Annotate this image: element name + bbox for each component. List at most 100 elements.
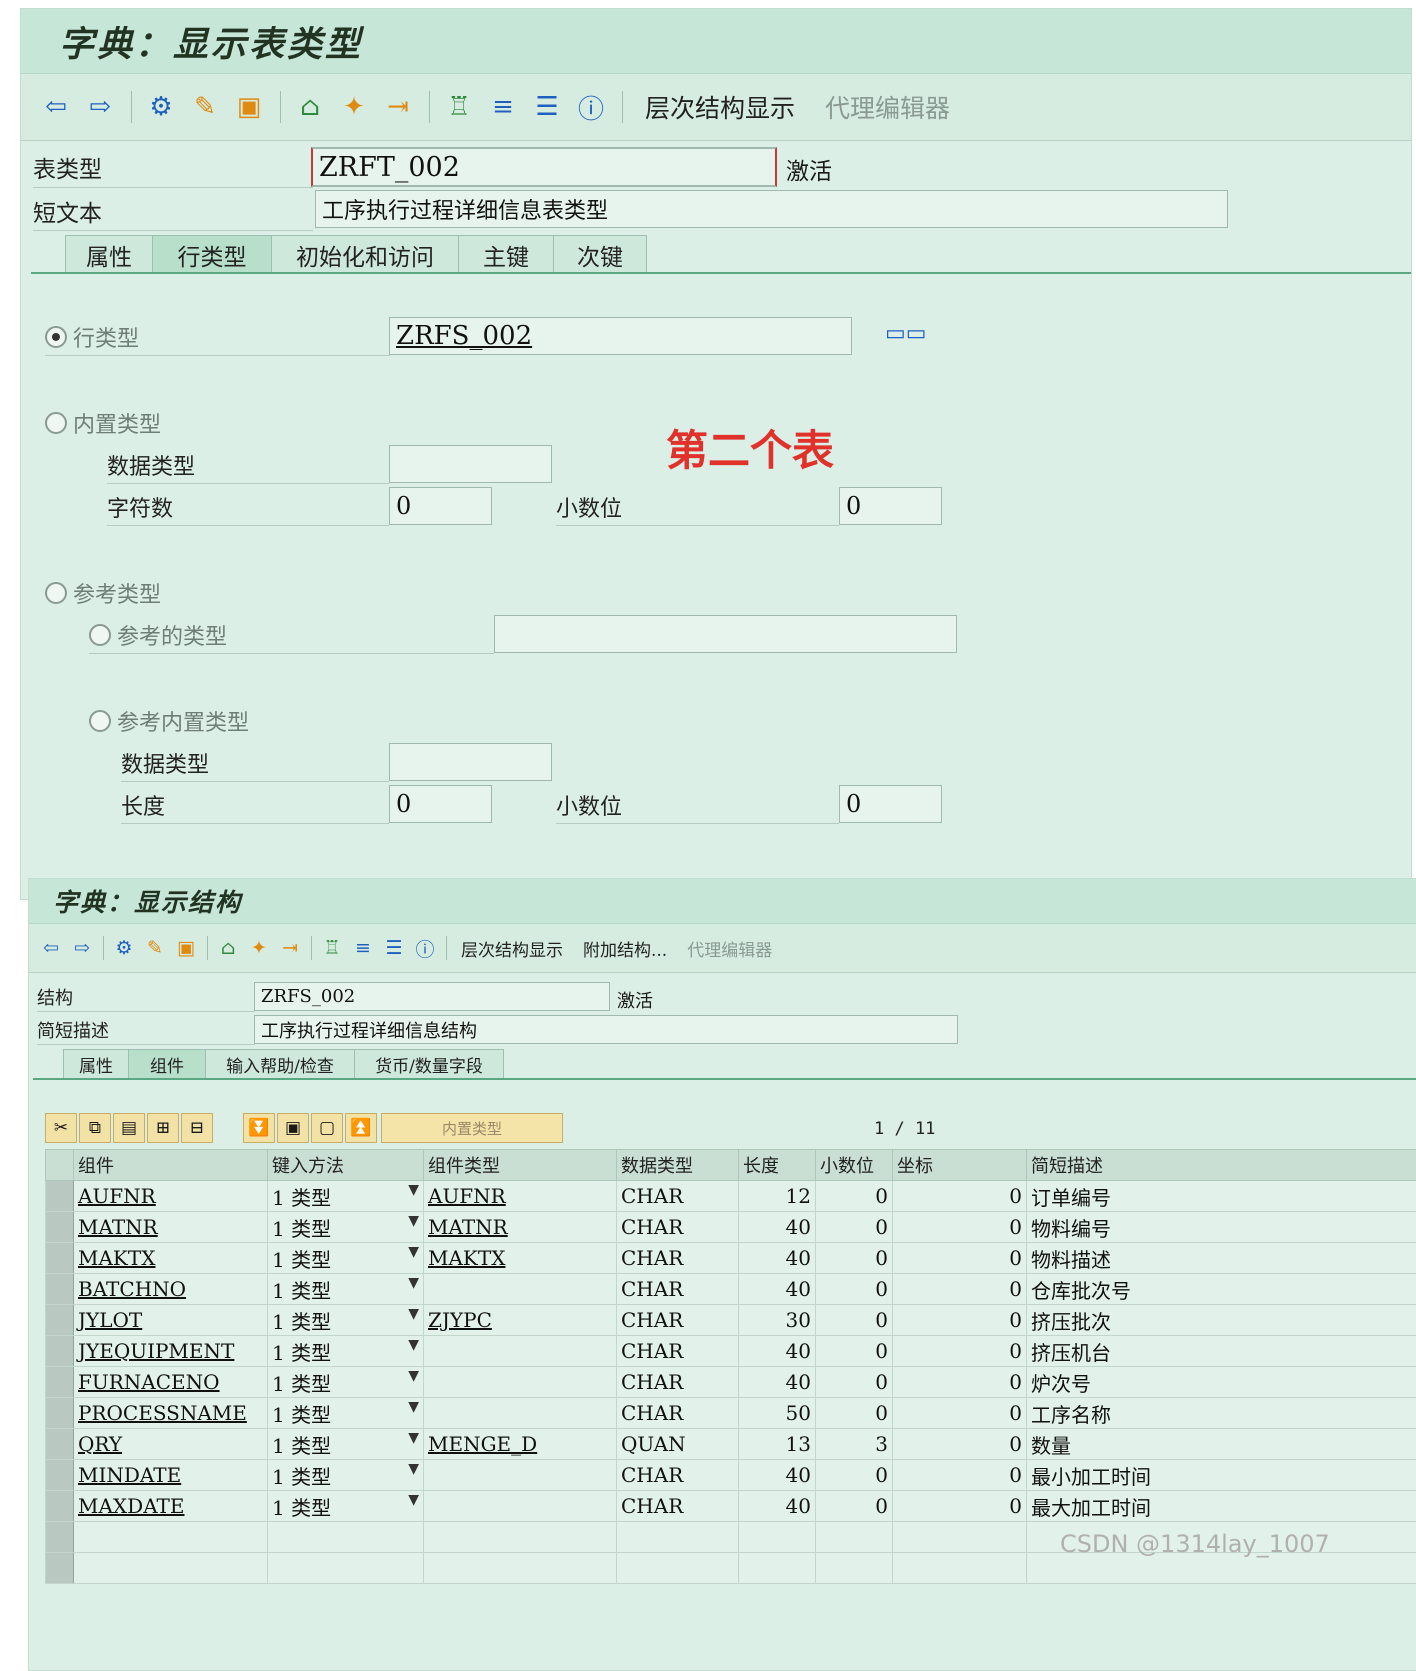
row-selector[interactable]	[46, 1243, 74, 1274]
deselect-icon[interactable]: ▢	[311, 1113, 343, 1143]
length-field[interactable]: 0	[389, 785, 492, 823]
typing-method-cell[interactable]: 1 类型▼	[268, 1460, 424, 1491]
dropdown-arrow-icon[interactable]: ▼	[408, 1399, 419, 1415]
delete-row-icon[interactable]: ⊟	[181, 1113, 213, 1143]
component-cell[interactable]: PROCESSNAME	[74, 1398, 268, 1429]
table-row[interactable]: FURNACENO1 类型▼CHAR4000炉次号	[46, 1367, 1416, 1398]
where-used-icon[interactable]: ⌂	[216, 936, 240, 960]
magic-wand-icon[interactable]: ✦	[247, 936, 271, 960]
table-row[interactable]: MATNR1 类型▼MATNRCHAR4000物料编号	[46, 1212, 1416, 1243]
hierarchy-display-button[interactable]: 层次结构显示	[645, 89, 795, 125]
hierarchy-icon[interactable]: ♖	[442, 90, 476, 124]
tab-secondary-key[interactable]: 次键	[553, 235, 647, 274]
activate-icon[interactable]: ▣	[232, 90, 266, 124]
component-cell[interactable]: MAKTX	[74, 1243, 268, 1274]
component-cell[interactable]: BATCHNO	[74, 1274, 268, 1305]
component-cell[interactable]: AUFNR	[74, 1181, 268, 1212]
column-header[interactable]: 数据类型	[617, 1150, 739, 1181]
ref-type-radio[interactable]	[45, 582, 67, 604]
row-selector[interactable]	[46, 1305, 74, 1336]
line-type-option[interactable]: 行类型	[45, 319, 390, 356]
cut-icon[interactable]: ✂	[45, 1113, 77, 1143]
component-cell[interactable]: MINDATE	[74, 1460, 268, 1491]
info-icon[interactable]: ⓘ	[413, 936, 437, 960]
dropdown-arrow-icon[interactable]: ▼	[408, 1430, 419, 1446]
typing-method-cell[interactable]: 1 类型▼	[268, 1243, 424, 1274]
where-used-icon[interactable]: ⌂	[293, 90, 327, 124]
magic-wand-icon[interactable]: ✦	[337, 90, 371, 124]
navigate-icon[interactable]: ⇥	[381, 90, 415, 124]
ref-to-type-radio[interactable]	[89, 624, 111, 646]
tab-line-type[interactable]: 行类型	[152, 235, 272, 274]
typing-method-cell[interactable]: 1 类型▼	[268, 1305, 424, 1336]
row-selector[interactable]	[46, 1336, 74, 1367]
dropdown-arrow-icon[interactable]: ▼	[408, 1306, 419, 1322]
ref-decimals-field[interactable]: 0	[839, 785, 942, 823]
component-cell[interactable]: JYEQUIPMENT	[74, 1336, 268, 1367]
row-selector[interactable]	[46, 1460, 74, 1491]
column-header[interactable]: 小数位	[816, 1150, 893, 1181]
proxy-editor-button[interactable]: 代理编辑器	[825, 89, 950, 125]
tab-currency-quantity[interactable]: 货币/数量字段	[354, 1049, 504, 1079]
decimals-field[interactable]: 0	[839, 487, 942, 525]
component-type-cell[interactable]	[424, 1367, 617, 1398]
navigate-icon[interactable]: ⇥	[278, 936, 302, 960]
typing-method-cell[interactable]: 1 类型▼	[268, 1491, 424, 1522]
component-cell[interactable]: JYLOT	[74, 1305, 268, 1336]
component-type-cell[interactable]	[424, 1398, 617, 1429]
builtin-type-radio[interactable]	[45, 412, 67, 434]
typing-method-cell[interactable]	[268, 1522, 424, 1553]
builtin-type-option[interactable]: 内置类型	[45, 405, 345, 441]
display-change-icon[interactable]: ✎	[143, 936, 167, 960]
dropdown-arrow-icon[interactable]: ▼	[408, 1213, 419, 1229]
dropdown-arrow-icon[interactable]: ▼	[408, 1492, 419, 1508]
component-cell[interactable]: FURNACENO	[74, 1367, 268, 1398]
back-icon[interactable]: ⇦	[39, 936, 63, 960]
expand-icon[interactable]: ⏬	[243, 1113, 275, 1143]
component-type-cell[interactable]	[424, 1460, 617, 1491]
list-icon[interactable]: ☰	[382, 936, 406, 960]
data-type-field[interactable]	[389, 445, 552, 483]
row-selector[interactable]	[46, 1491, 74, 1522]
row-selector[interactable]	[46, 1522, 74, 1553]
forward-icon[interactable]: ⇨	[83, 90, 117, 124]
component-cell[interactable]: MATNR	[74, 1212, 268, 1243]
row-selector[interactable]	[46, 1429, 74, 1460]
chars-field[interactable]: 0	[389, 487, 492, 525]
typing-method-cell[interactable]: 1 类型▼	[268, 1212, 424, 1243]
table-type-field[interactable]: ZRFT_002	[311, 147, 777, 187]
dropdown-arrow-icon[interactable]: ▼	[408, 1244, 419, 1260]
builtin-type-button[interactable]: 内置类型	[381, 1113, 563, 1143]
component-cell[interactable]	[74, 1522, 268, 1553]
table-row[interactable]: MAXDATE1 类型▼CHAR4000最大加工时间	[46, 1491, 1416, 1522]
ref-builtin-option[interactable]: 参考内置类型	[89, 703, 389, 739]
copy-icon[interactable]: ⧉	[79, 1113, 111, 1143]
ref-to-type-field[interactable]	[494, 615, 957, 653]
insert-row-icon[interactable]: ⊞	[147, 1113, 179, 1143]
component-cell[interactable]	[74, 1553, 268, 1584]
layout-icon[interactable]: ≡	[351, 936, 375, 960]
ref-type-option[interactable]: 参考类型	[45, 575, 345, 611]
row-selector[interactable]	[46, 1212, 74, 1243]
hierarchy-icon[interactable]: ♖	[320, 936, 344, 960]
component-type-cell[interactable]	[424, 1336, 617, 1367]
column-header[interactable]: 长度	[739, 1150, 816, 1181]
row-selector-header[interactable]	[46, 1150, 74, 1181]
tab-input-help[interactable]: 输入帮助/检查	[205, 1049, 355, 1079]
forward-icon[interactable]: ⇨	[70, 936, 94, 960]
display-change-icon[interactable]: ✎	[188, 90, 222, 124]
column-header[interactable]: 坐标	[893, 1150, 1027, 1181]
dropdown-arrow-icon[interactable]: ▼	[408, 1368, 419, 1384]
layout-icon[interactable]: ≡	[486, 90, 520, 124]
dropdown-arrow-icon[interactable]: ▼	[408, 1337, 419, 1353]
list-icon[interactable]: ☰	[530, 90, 564, 124]
component-cell[interactable]: QRY	[74, 1429, 268, 1460]
row-selector[interactable]	[46, 1553, 74, 1584]
row-selector[interactable]	[46, 1274, 74, 1305]
component-type-cell[interactable]: AUFNR	[424, 1181, 617, 1212]
component-type-cell[interactable]	[424, 1522, 617, 1553]
table-row[interactable]: JYLOT1 类型▼ZJYPCCHAR3000挤压批次	[46, 1305, 1416, 1336]
typing-method-cell[interactable]: 1 类型▼	[268, 1181, 424, 1212]
hierarchy-display-button[interactable]: 层次结构显示	[461, 936, 563, 961]
typing-method-cell[interactable]: 1 类型▼	[268, 1274, 424, 1305]
